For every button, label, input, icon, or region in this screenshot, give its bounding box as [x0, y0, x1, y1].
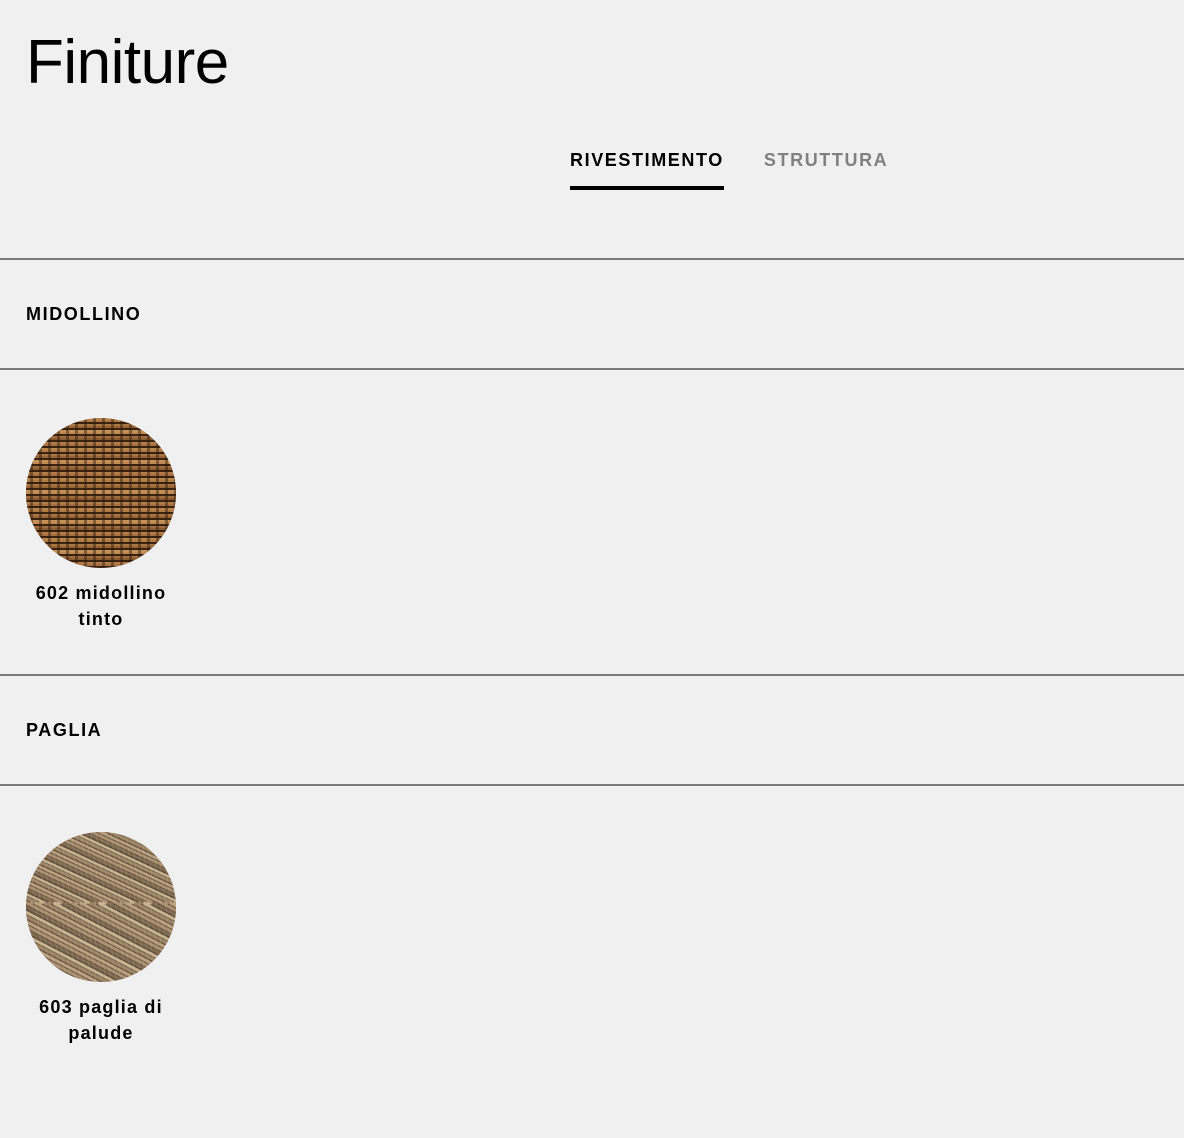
swatch-label: 603 paglia di palude — [39, 997, 163, 1043]
section-divider — [0, 368, 1184, 370]
section-divider — [0, 784, 1184, 786]
swatch-602-midollino-tinto[interactable]: 602 midollino tinto — [26, 418, 176, 632]
section-divider — [0, 674, 1184, 676]
section-title-paglia: PAGLIA — [26, 720, 103, 740]
swatch-image-rush — [26, 832, 176, 982]
finish-tabs: RIVESTIMENTO STRUTTURA — [570, 140, 888, 190]
rush-texture — [26, 832, 176, 982]
swatch-image-rattan — [26, 418, 176, 568]
tab-struttura[interactable]: STRUTTURA — [764, 140, 888, 190]
swatch-label: 602 midollino tinto — [35, 583, 167, 629]
page-title: Finiture — [26, 28, 229, 97]
tab-rivestimento[interactable]: RIVESTIMENTO — [570, 140, 724, 190]
section-title-midollino: MIDOLLINO — [26, 304, 142, 324]
section-divider — [0, 258, 1184, 260]
rattan-texture — [26, 418, 176, 568]
swatch-603-paglia-di-palude[interactable]: 603 paglia di palude — [26, 832, 176, 1046]
